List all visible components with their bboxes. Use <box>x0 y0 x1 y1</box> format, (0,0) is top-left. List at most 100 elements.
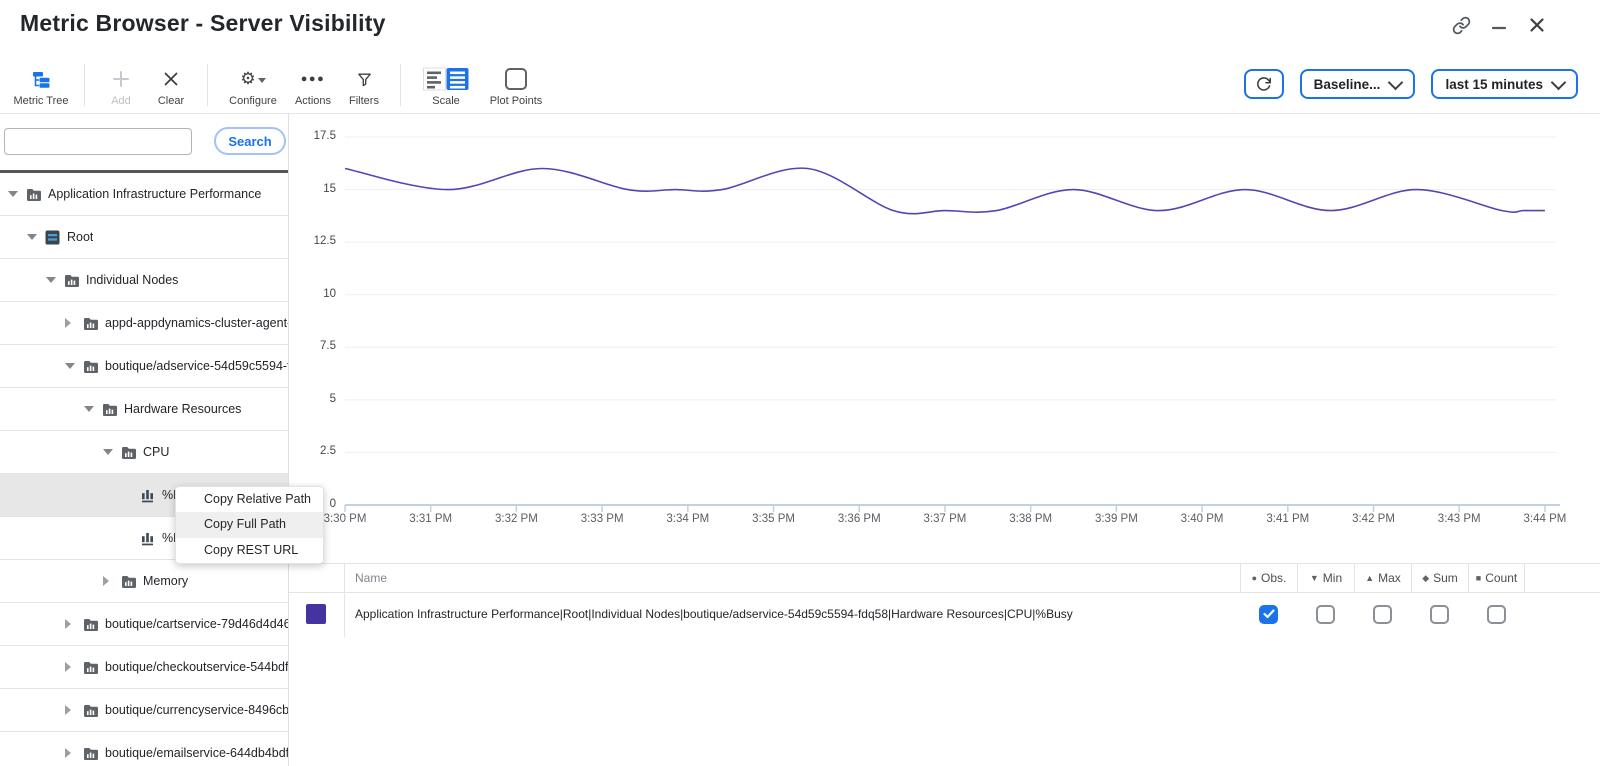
tree-item-label: Memory <box>143 574 188 588</box>
caret-right-icon[interactable] <box>103 576 121 586</box>
window-controls <box>1450 14 1548 36</box>
x-axis-tick-label: 3:44 PM <box>1513 513 1577 525</box>
context-menu-item[interactable]: Copy Relative Path <box>176 487 323 512</box>
scale-icon <box>423 66 470 92</box>
caret-down-icon[interactable] <box>8 191 26 197</box>
caret-right-icon[interactable] <box>65 318 83 328</box>
folder-icon <box>121 446 143 459</box>
context-menu: Copy Relative PathCopy Full PathCopy RES… <box>175 486 324 564</box>
legend-header-spacer <box>1525 564 1600 592</box>
caret-down-icon[interactable] <box>84 406 102 412</box>
tree-item[interactable]: boutique/emailservice-644db4bdf8-lc <box>0 732 288 766</box>
x-axis-tick-label: 3:32 PM <box>484 513 548 525</box>
y-axis-tick-label: 5 <box>290 393 336 405</box>
stat-glyph-icon: ● <box>1252 573 1257 583</box>
metric-tree-button[interactable]: Metric Tree <box>12 66 70 107</box>
legend-table: Name●Obs.▼Min▲Max◆Sum■CountApplication I… <box>289 558 1600 766</box>
tree-item[interactable]: appd-appdynamics-cluster-agent-appd <box>0 302 288 345</box>
context-menu-item[interactable]: Copy REST URL <box>176 538 323 563</box>
tree-item[interactable]: boutique/cartservice-79d46d4d46-9b <box>0 603 288 646</box>
y-axis-tick-label: 10 <box>290 288 336 300</box>
stat-column-label: Sum <box>1433 571 1458 585</box>
plot-points-label: Plot Points <box>490 95 543 107</box>
toolbar-separator <box>207 64 208 106</box>
caret-down-icon[interactable] <box>46 277 64 283</box>
stat-checkbox-cell <box>1411 591 1468 637</box>
configure-button[interactable]: ⚙ Configure <box>222 66 284 107</box>
plot-points-icon <box>504 66 528 92</box>
series-color-swatch <box>306 604 326 624</box>
tree-item[interactable]: boutique/currencyservice-8496cb5c7 <box>0 689 288 732</box>
actions-button[interactable]: ●●● Actions <box>284 66 342 107</box>
caret-right-icon[interactable] <box>65 662 83 672</box>
chevron-down-icon <box>1551 74 1567 90</box>
caret-down-icon[interactable] <box>103 449 121 455</box>
plot-points-toggle[interactable]: Plot Points <box>485 66 547 107</box>
x-axis-tick-label: 3:34 PM <box>656 513 720 525</box>
tree-item-label: boutique/currencyservice-8496cb5c7 <box>105 703 288 717</box>
stat-checkbox-cell <box>1240 591 1297 637</box>
chevron-down-icon <box>258 78 266 83</box>
toolbar-separator <box>84 64 85 106</box>
tree-item[interactable]: Root <box>0 216 288 259</box>
tree-item-label: boutique/checkoutservice-544bdf649 <box>105 660 288 674</box>
copy-link-icon[interactable] <box>1450 14 1472 36</box>
checked-checkbox-obs[interactable] <box>1259 605 1278 624</box>
tree-item[interactable]: boutique/checkoutservice-544bdf649 <box>0 646 288 689</box>
close-icon[interactable] <box>1526 14 1548 36</box>
x-axis-tick-label: 3:37 PM <box>913 513 977 525</box>
caret-right-icon[interactable] <box>65 748 83 758</box>
tree-item[interactable]: CPU <box>0 431 288 474</box>
clear-button[interactable]: Clear <box>149 66 193 107</box>
stat-column-label: Count <box>1485 571 1517 585</box>
caret-right-icon[interactable] <box>65 705 83 715</box>
refresh-button[interactable] <box>1244 69 1284 99</box>
tree-item-label: CPU <box>143 445 169 459</box>
add-button[interactable]: Add <box>99 66 143 107</box>
tree-item[interactable]: Memory <box>0 560 288 603</box>
stat-checkbox-cell <box>1297 591 1354 637</box>
filters-label: Filters <box>349 95 379 107</box>
tree-item-label: Hardware Resources <box>124 402 241 416</box>
caret-down-icon[interactable] <box>27 234 45 240</box>
stat-column-header-min: ▼Min <box>1297 564 1354 592</box>
caret-right-icon[interactable] <box>65 619 83 629</box>
tree-item[interactable]: boutique/adservice-54d59c5594-fdq58 <box>0 345 288 388</box>
root-icon <box>45 230 67 245</box>
caret-down-icon[interactable] <box>65 363 83 369</box>
actions-label: Actions <box>295 95 331 107</box>
time-range-dropdown[interactable]: last 15 minutes <box>1431 69 1578 99</box>
stat-column-header-max: ▲Max <box>1354 564 1411 592</box>
unchecked-checkbox-sum[interactable] <box>1430 605 1449 624</box>
stat-glyph-icon: ▼ <box>1310 573 1319 583</box>
metric-line-chart <box>289 114 1600 558</box>
stat-checkbox-cell <box>1468 591 1525 637</box>
unchecked-checkbox-count[interactable] <box>1487 605 1506 624</box>
tree-item[interactable]: Application Infrastructure Performance <box>0 173 288 216</box>
unchecked-checkbox-max[interactable] <box>1373 605 1392 624</box>
search-button[interactable]: Search <box>214 127 286 155</box>
baseline-dropdown[interactable]: Baseline... <box>1300 69 1416 99</box>
tree-item[interactable]: Individual Nodes <box>0 259 288 302</box>
x-axis-tick-label: 3:41 PM <box>1256 513 1320 525</box>
folder-icon <box>26 188 48 201</box>
stat-column-label: Obs. <box>1261 571 1286 585</box>
x-axis-tick-label: 3:36 PM <box>827 513 891 525</box>
context-menu-item[interactable]: Copy Full Path <box>176 512 323 537</box>
x-axis-tick-label: 3:38 PM <box>999 513 1063 525</box>
stat-glyph-icon: ◆ <box>1422 573 1429 584</box>
search-input[interactable] <box>4 128 192 155</box>
folder-icon <box>83 704 105 717</box>
filters-button[interactable]: Filters <box>342 66 386 107</box>
tree-item-label: Root <box>67 230 93 244</box>
folder-icon <box>83 360 105 373</box>
unchecked-checkbox-min[interactable] <box>1316 605 1335 624</box>
stat-column-header-count: ■Count <box>1468 564 1525 592</box>
toolbar: Metric Tree Add Clear ⚙ Configure ●●● Ac… <box>0 56 1600 114</box>
tree-item[interactable]: Hardware Resources <box>0 388 288 431</box>
minimize-icon[interactable] <box>1488 14 1510 36</box>
name-column-header: Name <box>345 564 1240 592</box>
scale-toggle[interactable]: Scale <box>415 66 477 107</box>
toolbar-right-controls: Baseline... last 15 minutes <box>1244 69 1578 99</box>
y-axis-tick-label: 7.5 <box>290 340 336 352</box>
